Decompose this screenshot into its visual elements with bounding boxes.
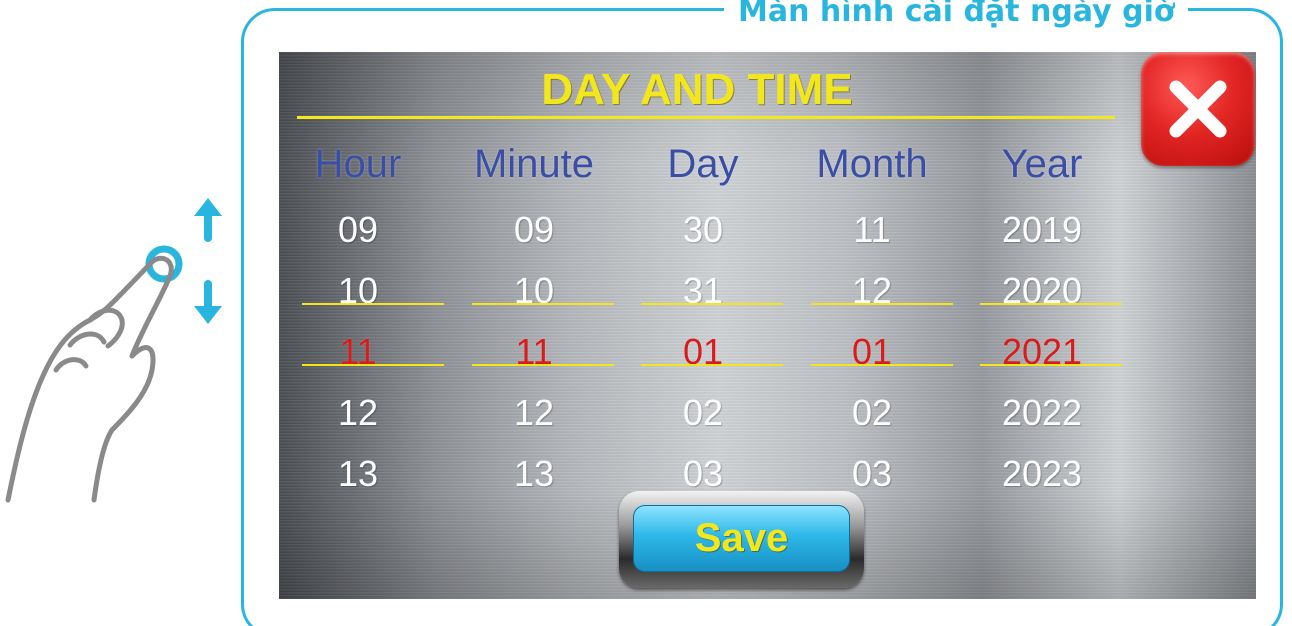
- minute-option[interactable]: 13: [459, 448, 609, 509]
- selection-line-bottom: [980, 364, 1122, 366]
- title-underline: [297, 116, 1115, 119]
- day-picker[interactable]: Day 30 31 01 02 03: [628, 140, 778, 509]
- month-option[interactable]: 11: [797, 204, 947, 265]
- close-button[interactable]: [1141, 52, 1255, 166]
- hour-option[interactable]: 10: [283, 265, 433, 326]
- swipe-hand-icon: [5, 198, 222, 503]
- year-selected-option[interactable]: 2021: [967, 326, 1117, 387]
- year-option[interactable]: 2023: [967, 448, 1117, 509]
- panel-title: DAY AND TIME: [541, 65, 853, 114]
- save-button[interactable]: Save: [619, 491, 864, 588]
- hour-picker[interactable]: Hour 09 10 11 12 13: [283, 140, 433, 509]
- selection-line-top: [811, 303, 953, 305]
- save-button-label: Save: [633, 505, 850, 572]
- day-option[interactable]: 30: [628, 204, 778, 265]
- selection-line-top: [641, 303, 783, 305]
- column-header-minute: Minute: [473, 142, 595, 186]
- column-header-year: Year: [1001, 142, 1083, 186]
- minute-option[interactable]: 09: [459, 204, 609, 265]
- selection-line-top: [302, 303, 444, 305]
- date-time-panel: DAY AND TIME Hour 09 10 11 12 13 Minute …: [279, 52, 1256, 599]
- arrow-down-icon: [194, 280, 222, 324]
- column-header-month: Month: [816, 142, 928, 186]
- close-x-icon: [1169, 80, 1227, 138]
- selection-line-top: [472, 303, 614, 305]
- year-option[interactable]: 2019: [967, 204, 1117, 265]
- month-option[interactable]: 12: [797, 265, 947, 326]
- month-option[interactable]: 02: [797, 387, 947, 448]
- minute-picker[interactable]: Minute 09 10 11 12 13: [459, 140, 609, 509]
- selection-line-bottom: [472, 364, 614, 366]
- selection-line-bottom: [811, 364, 953, 366]
- minute-selected-option[interactable]: 11: [459, 326, 609, 387]
- day-option[interactable]: 31: [628, 265, 778, 326]
- day-option[interactable]: 02: [628, 387, 778, 448]
- minute-option[interactable]: 10: [459, 265, 609, 326]
- hour-option[interactable]: 09: [283, 204, 433, 265]
- year-option[interactable]: 2022: [967, 387, 1117, 448]
- day-selected-option[interactable]: 01: [628, 326, 778, 387]
- month-picker[interactable]: Month 11 12 01 02 03: [797, 140, 947, 509]
- hour-option[interactable]: 12: [283, 387, 433, 448]
- column-header-day: Day: [667, 142, 739, 186]
- hour-option[interactable]: 13: [283, 448, 433, 509]
- column-header-hour: Hour: [314, 142, 402, 186]
- month-selected-option[interactable]: 01: [797, 326, 947, 387]
- touch-point-icon: [145, 245, 183, 283]
- screen: Màn hình cài đặt ngày giờ DAY AND TIME H…: [0, 0, 1292, 626]
- selection-line-top: [980, 303, 1122, 305]
- year-option[interactable]: 2020: [967, 265, 1117, 326]
- arrow-up-icon: [194, 198, 222, 242]
- frame-title: Màn hình cài đặt ngày giờ: [724, 0, 1189, 29]
- selection-line-bottom: [641, 364, 783, 366]
- year-picker[interactable]: Year 2019 2020 2021 2022 2023: [967, 140, 1117, 509]
- hour-selected-option[interactable]: 11: [283, 326, 433, 387]
- minute-option[interactable]: 12: [459, 387, 609, 448]
- selection-line-bottom: [302, 364, 444, 366]
